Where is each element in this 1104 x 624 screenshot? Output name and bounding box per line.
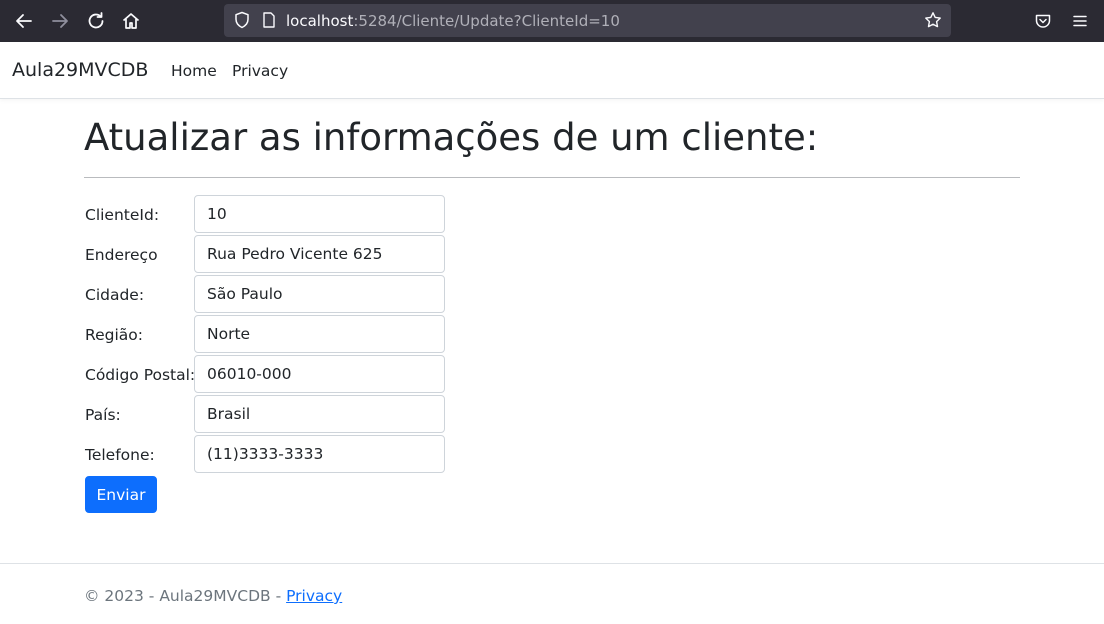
- endereco-input[interactable]: [194, 235, 445, 273]
- reload-icon[interactable]: [84, 9, 108, 33]
- url-text[interactable]: localhost:5284/Cliente/Update?ClienteId=…: [286, 11, 620, 31]
- url-host: localhost: [286, 12, 354, 30]
- page-title: Atualizar as informações de um cliente:: [84, 116, 819, 159]
- regiao-input[interactable]: [194, 315, 445, 353]
- label-telefone: Telefone:: [85, 446, 155, 464]
- browser-toolbar: localhost:5284/Cliente/Update?ClienteId=…: [0, 0, 1104, 42]
- footer: © 2023 - Aula29MVCDB - Privacy: [0, 563, 1104, 624]
- footer-privacy-link[interactable]: Privacy: [286, 587, 342, 605]
- nav-link-home[interactable]: Home: [171, 61, 217, 81]
- footer-copyright: © 2023 - Aula29MVCDB -: [84, 587, 287, 605]
- star-icon[interactable]: [923, 10, 943, 30]
- arrow-left-icon[interactable]: [12, 9, 36, 33]
- cidade-input[interactable]: [194, 275, 445, 313]
- pocket-icon[interactable]: [1033, 11, 1053, 31]
- arrow-right-icon[interactable]: [48, 9, 72, 33]
- shield-icon[interactable]: [232, 10, 252, 30]
- nav-link-privacy[interactable]: Privacy: [232, 61, 288, 81]
- page-icon: [260, 11, 278, 29]
- url-path: :5284/Cliente/Update?ClienteId=10: [353, 12, 620, 30]
- pais-input[interactable]: [194, 395, 445, 433]
- hamburger-menu-icon[interactable]: [1070, 11, 1090, 31]
- home-icon[interactable]: [119, 9, 143, 33]
- navbar-brand[interactable]: Aula29MVCDB: [12, 58, 148, 82]
- app-navbar: Aula29MVCDB Home Privacy: [0, 42, 1104, 99]
- submit-button[interactable]: Enviar: [85, 476, 157, 513]
- address-bar[interactable]: localhost:5284/Cliente/Update?ClienteId=…: [224, 4, 951, 37]
- label-endereco: Endereço: [85, 246, 158, 264]
- label-clienteid: ClienteId:: [85, 206, 160, 224]
- label-codigo-postal: Código Postal:: [85, 366, 196, 384]
- clienteid-input[interactable]: [194, 195, 445, 233]
- title-divider: [84, 177, 1020, 178]
- label-pais: País:: [85, 406, 121, 424]
- footer-text: © 2023 - Aula29MVCDB - Privacy: [84, 586, 342, 606]
- codigo-postal-input[interactable]: [194, 355, 445, 393]
- label-cidade: Cidade:: [85, 286, 145, 304]
- label-regiao: Região:: [85, 326, 143, 344]
- telefone-input[interactable]: [194, 435, 445, 473]
